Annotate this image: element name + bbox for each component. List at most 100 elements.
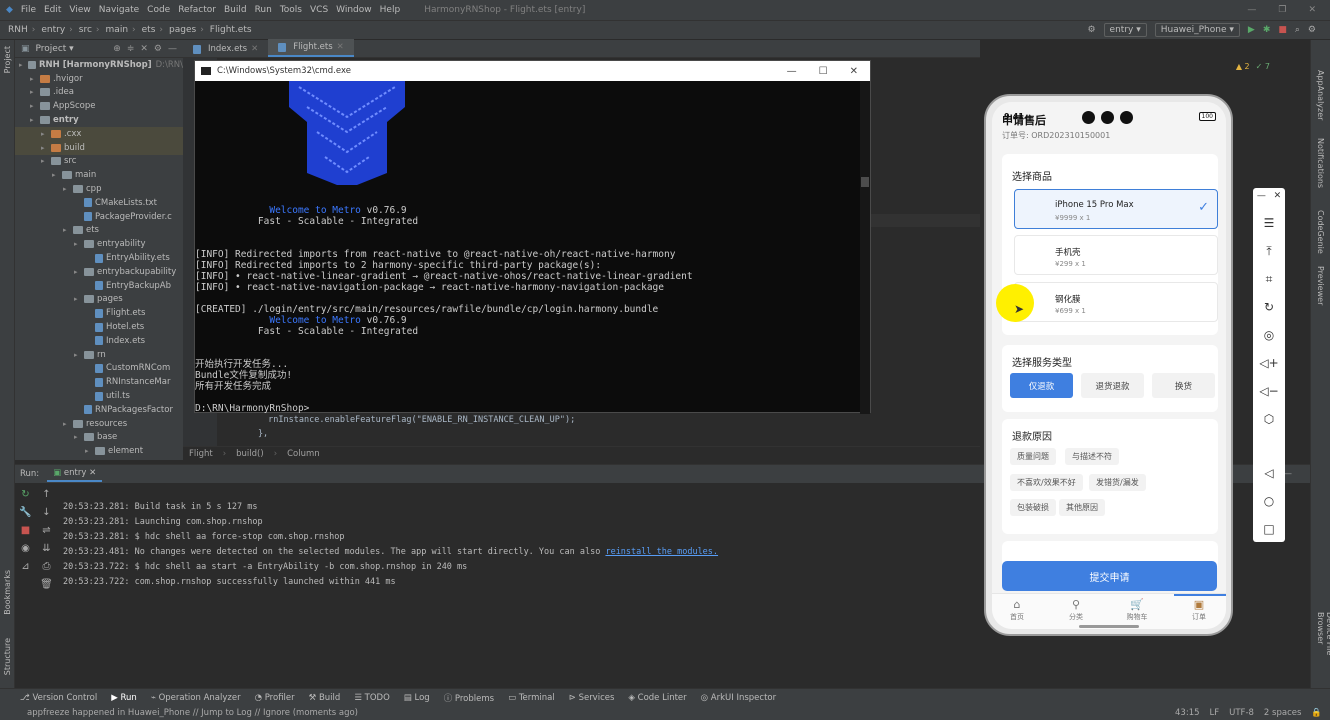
- back-icon[interactable]: ◁: [1253, 466, 1285, 480]
- status-message[interactable]: appfreeze happened in Huawei_Phone // Ju…: [27, 708, 358, 718]
- project-tool-tab[interactable]: Project: [3, 46, 12, 73]
- gear-icon[interactable]: ⚙: [154, 44, 162, 54]
- tool-log[interactable]: ▤ Log: [404, 693, 430, 703]
- breadcrumb-file[interactable]: Flight.ets: [210, 25, 252, 35]
- chevron-icon[interactable]: ▸: [41, 144, 51, 152]
- reason-chip[interactable]: 质量问题: [1010, 448, 1056, 465]
- service-refund-only-button[interactable]: 仅退款: [1010, 373, 1073, 398]
- minimize-icon[interactable]: —: [1257, 191, 1266, 201]
- chevron-icon[interactable]: ▸: [63, 420, 73, 428]
- cmd-scrollbar[interactable]: [860, 81, 870, 414]
- reason-chip[interactable]: 发错货/漏发: [1089, 474, 1146, 491]
- service-exchange-button[interactable]: 换货: [1152, 373, 1215, 398]
- tree-item[interactable]: Index.ets: [15, 334, 183, 348]
- reason-chip[interactable]: 包装破损: [1010, 499, 1056, 516]
- tab-orders[interactable]: ▣ 订单: [1174, 598, 1224, 622]
- tool-build[interactable]: ⚒ Build: [309, 693, 341, 703]
- debug-icon[interactable]: ✱: [1263, 25, 1271, 35]
- tree-item[interactable]: ▸ resources: [15, 417, 183, 431]
- device-select[interactable]: Huawei_Phone ▾: [1154, 23, 1240, 37]
- print-icon[interactable]: ⎙: [43, 561, 51, 572]
- close-tab-icon[interactable]: ✕: [337, 42, 344, 52]
- reinstall-link[interactable]: reinstall the modules.: [605, 547, 718, 557]
- app-analyzer-tab[interactable]: AppAnalyzer: [1316, 70, 1325, 120]
- tree-item[interactable]: ▸ ets: [15, 224, 183, 238]
- tool-version-control[interactable]: ⎇ Version Control: [20, 693, 97, 703]
- chevron-icon[interactable]: ▸: [74, 295, 84, 303]
- minimize-icon[interactable]: —: [1247, 5, 1256, 15]
- chevron-icon[interactable]: ▸: [74, 433, 84, 441]
- menu-navigate[interactable]: Navigate: [99, 5, 139, 15]
- chevron-icon[interactable]: ▸: [74, 240, 84, 248]
- tool-arkui-inspector[interactable]: ◎ ArkUI Inspector: [701, 693, 776, 703]
- down-arrow-icon[interactable]: ↓: [42, 507, 50, 518]
- chevron-icon[interactable]: ▸: [19, 61, 28, 69]
- menu-tools[interactable]: Tools: [280, 5, 302, 15]
- tree-item[interactable]: ▸ .cxx: [15, 126, 183, 141]
- recent-apps-icon[interactable]: □: [1253, 522, 1285, 536]
- pin-top-icon[interactable]: ⤒: [1253, 244, 1285, 259]
- volume-down-icon[interactable]: ◁−: [1253, 384, 1285, 398]
- stop-icon[interactable]: ■: [21, 525, 30, 536]
- menu-run[interactable]: Run: [255, 5, 272, 15]
- warning-icon[interactable]: ▲ 2: [1236, 62, 1250, 71]
- tree-item[interactable]: ▸ .hvigor: [15, 72, 183, 86]
- device-file-browser-tab[interactable]: Device File Browser: [1316, 612, 1330, 688]
- chevron-icon[interactable]: ▸: [85, 447, 95, 455]
- maximize-icon[interactable]: ❐: [1278, 5, 1286, 15]
- breadcrumb-project[interactable]: RNH: [8, 25, 28, 35]
- hide-icon[interactable]: —: [168, 44, 177, 54]
- close-panel-icon[interactable]: ✕: [140, 44, 148, 54]
- chevron-icon[interactable]: ▸: [30, 88, 40, 96]
- screenshot-icon[interactable]: ◎: [1253, 328, 1285, 342]
- tree-item[interactable]: util.ts: [15, 389, 183, 403]
- settings-icon[interactable]: ⚙: [1087, 25, 1095, 35]
- tab-index[interactable]: Index.ets ✕: [183, 41, 268, 57]
- file-encoding[interactable]: UTF-8: [1229, 708, 1254, 718]
- cmd-minimize-icon[interactable]: —: [787, 66, 797, 77]
- tree-item[interactable]: ▸ entryability: [15, 237, 183, 251]
- notifications-tab[interactable]: Notifications: [1316, 138, 1325, 188]
- tree-item[interactable]: CustomRNCom: [15, 362, 183, 376]
- cursor-position[interactable]: 43:15: [1175, 708, 1200, 718]
- run-config-select[interactable]: entry ▾: [1103, 23, 1147, 37]
- tree-item[interactable]: ▸ main: [15, 168, 183, 182]
- lock-icon[interactable]: 🔒: [1311, 708, 1322, 718]
- camera-icon[interactable]: ◉: [21, 543, 30, 554]
- tool-profiler[interactable]: ◔ Profiler: [255, 693, 295, 703]
- cmd-maximize-icon[interactable]: ☐: [819, 66, 828, 77]
- cmd-title-bar[interactable]: C:\Windows\System32\cmd.exe — ☐ ✕: [195, 61, 870, 81]
- codegenie-tab[interactable]: CodeGenie: [1316, 210, 1325, 254]
- gear-icon[interactable]: ⚙: [1308, 25, 1316, 35]
- up-arrow-icon[interactable]: ↑: [42, 489, 50, 500]
- tool-todo[interactable]: ☰ TODO: [354, 693, 389, 703]
- structure-tool-tab[interactable]: Structure: [3, 638, 12, 675]
- tab-home[interactable]: ⌂ 首页: [992, 598, 1042, 622]
- tree-item[interactable]: ▸ .idea: [15, 86, 183, 100]
- menu-window[interactable]: Window: [336, 5, 372, 15]
- cmd-close-icon[interactable]: ✕: [850, 66, 858, 77]
- goods-option-iphone[interactable]: iPhone 15 Pro Max ¥9999 x 1 ✓: [1014, 189, 1218, 229]
- chevron-icon[interactable]: ▸: [74, 268, 84, 276]
- breadcrumb-struct-3[interactable]: Column: [287, 449, 320, 459]
- tree-item[interactable]: ▸ entry: [15, 113, 183, 127]
- hint-icon[interactable]: ✓ 7: [1256, 62, 1270, 71]
- chevron-icon[interactable]: ▸: [30, 75, 40, 83]
- tree-item[interactable]: ▸ build: [15, 140, 183, 155]
- line-ending[interactable]: LF: [1210, 708, 1220, 718]
- previewer-tab[interactable]: Previewer: [1316, 266, 1325, 305]
- home-circle-icon[interactable]: ○: [1253, 494, 1285, 508]
- trash-icon[interactable]: 🗑: [40, 579, 53, 590]
- tree-item[interactable]: ▸ pages: [15, 293, 183, 307]
- tool-code-linter[interactable]: ◈ Code Linter: [628, 693, 686, 703]
- chevron-icon[interactable]: ▸: [63, 185, 73, 193]
- breadcrumb-entry[interactable]: entry: [41, 25, 65, 35]
- rerun-icon[interactable]: ↻: [21, 489, 29, 500]
- tree-item[interactable]: RNPackagesFactor: [15, 403, 183, 417]
- tree-item[interactable]: PackageProvider.c: [15, 210, 183, 224]
- close-icon[interactable]: ✕: [1274, 191, 1282, 201]
- tree-item[interactable]: ▸ cpp: [15, 182, 183, 196]
- tab-cart[interactable]: 🛒 购物车: [1112, 598, 1162, 622]
- reason-chip[interactable]: 不喜欢/效果不好: [1010, 474, 1083, 491]
- chevron-icon[interactable]: ▸: [41, 157, 51, 165]
